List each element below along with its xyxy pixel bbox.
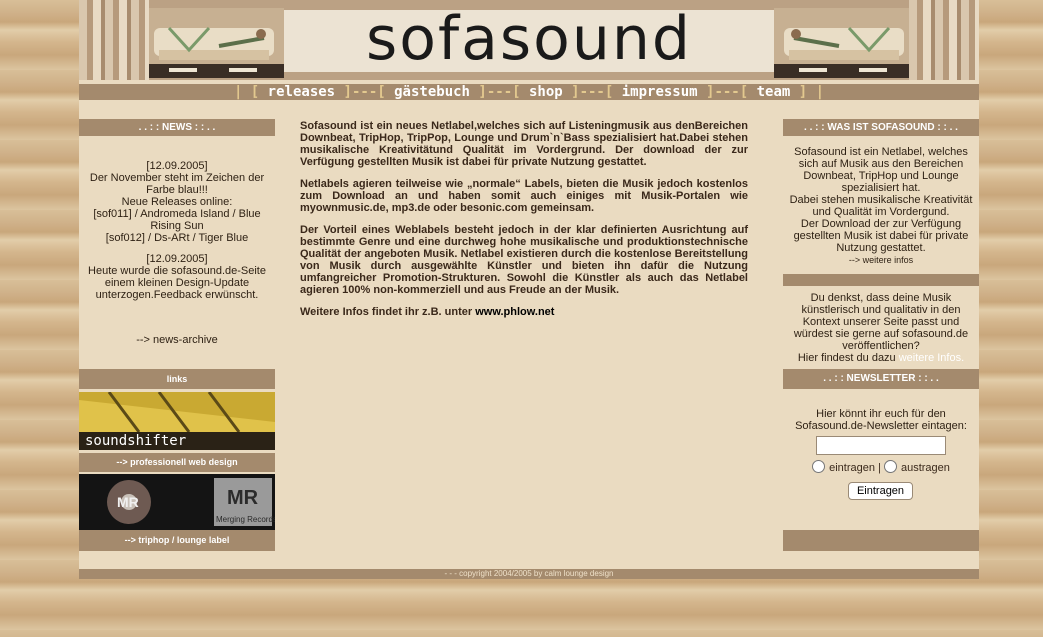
subscribe-radio[interactable] (812, 460, 826, 473)
phlow-link[interactable]: www.phlow.net (475, 306, 554, 318)
news-date: [12.09.2005] (146, 160, 208, 172)
intro-paragraph: Sofasound ist ein neues Netlabel,welches… (300, 120, 748, 168)
nav-gaestebuch[interactable]: gästebuch (394, 84, 470, 100)
sofa-illustration-left (149, 8, 284, 78)
soundshifter-banner[interactable]: soundshifter (79, 392, 275, 450)
news-archive-link[interactable]: --> news-archive (79, 334, 275, 346)
site-logo[interactable]: sofasound (284, 4, 774, 74)
news-date: [12.09.2005] (146, 253, 208, 265)
page-container: sofasound | [ releases ]---[ gästebuch ]… (79, 0, 979, 579)
submit-more-link[interactable]: weitere Infos. (899, 352, 964, 364)
banner2-logo-b: MR (227, 487, 259, 509)
more-info-paragraph: Weitere Infos findet ihr z.B. unter www.… (300, 306, 555, 318)
about-text: Sofasound ist ein Netlabel, welches sich… (783, 146, 979, 266)
header-banner: sofasound (79, 0, 979, 80)
main-content: Sofasound ist ein neues Netlabel,welches… (300, 120, 748, 328)
banner2-label: Merging Records (216, 515, 275, 524)
netlabel-paragraph: Netlabels agieren teilweise wie „normale… (300, 178, 748, 214)
submit-music-text: Du denkst, dass deine Musik künstlerisch… (793, 292, 969, 364)
main-navigation: | [ releases ]---[ gästebuch ]---[ shop … (79, 84, 979, 100)
merging-records-banner[interactable]: MR MR Merging Records (79, 474, 275, 530)
header-stripes-right (909, 0, 979, 80)
news-item: [12.09.2005] Heute wurde die sofasound.d… (79, 253, 275, 301)
banner2-logo-a: MR (117, 494, 139, 510)
sofa-illustration-right (774, 8, 909, 78)
newsletter-options: eintragen | austragen (783, 460, 979, 476)
nav-shop[interactable]: shop (529, 84, 563, 100)
banner1-label: soundshifter (85, 433, 186, 449)
nav-impressum[interactable]: impressum (622, 84, 698, 100)
unsubscribe-radio[interactable] (883, 460, 897, 473)
newsletter-heading: . . : : NEWSLETTER : : . . (783, 369, 979, 389)
advantage-paragraph: Der Vorteil eines Weblabels besteht jedo… (300, 224, 748, 296)
nav-releases[interactable]: releases (268, 84, 335, 100)
news-heading: . . : : NEWS : : . . (79, 119, 275, 136)
divider-bar (783, 274, 979, 286)
about-heading: . . : : WAS IST SOFASOUND : : . . (783, 119, 979, 136)
nav-team[interactable]: team (757, 84, 791, 100)
newsletter-email-input[interactable] (816, 436, 946, 455)
newsletter-submit-button[interactable]: Eintragen (848, 482, 913, 500)
right-bottom-bar (783, 530, 979, 551)
news-item: [12.09.2005] Der November steht im Zeich… (79, 160, 275, 244)
about-more-link[interactable]: --> weitere infos (783, 254, 979, 266)
banner1-caption[interactable]: --> professionell web design (79, 453, 275, 472)
links-heading: links (79, 369, 275, 389)
banner2-caption[interactable]: --> triphop / lounge label (79, 530, 275, 551)
footer: - - - copyright 2004/2005 by calm lounge… (79, 569, 979, 579)
header-stripes-left (79, 0, 149, 80)
newsletter-intro: Hier könnt ihr euch für den Sofasound.de… (795, 408, 967, 432)
